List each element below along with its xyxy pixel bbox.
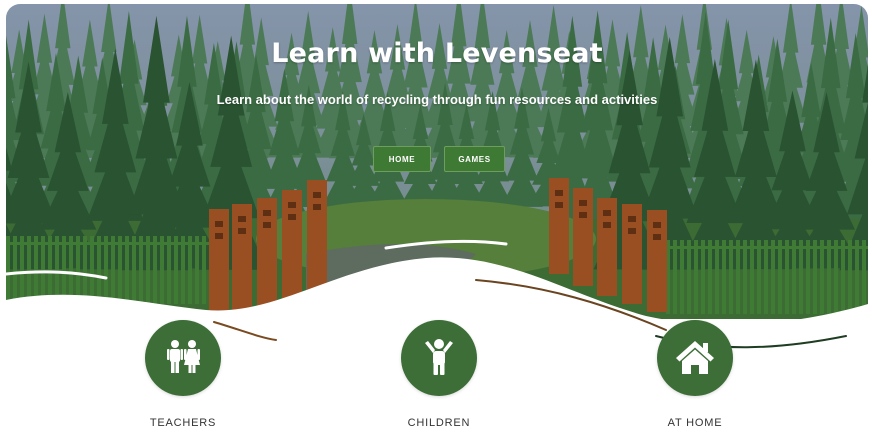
teachers-card[interactable]: TEACHERS: [145, 320, 221, 430]
page-frame: Learn with Levenseat Learn about the wor…: [6, 4, 868, 430]
page-subtitle: Learn about the world of recycling throu…: [216, 92, 658, 107]
at-home-icon-button[interactable]: [657, 320, 733, 396]
child-icon: [425, 339, 453, 375]
teachers-icon-button[interactable]: [145, 320, 221, 396]
at-home-label[interactable]: AT HOME: [617, 417, 773, 429]
at-home-card[interactable]: AT HOME: [657, 320, 733, 430]
nav-bar: HOME GAMES: [6, 146, 868, 172]
children-icon-button[interactable]: [401, 320, 477, 396]
games-button[interactable]: GAMES: [444, 146, 505, 172]
teachers-icon: [167, 340, 200, 373]
page-title: Learn with Levenseat: [271, 38, 603, 69]
house-icon: [676, 341, 714, 374]
children-card[interactable]: CHILDREN: [401, 320, 477, 430]
home-button[interactable]: HOME: [373, 146, 431, 172]
children-label[interactable]: CHILDREN: [361, 417, 517, 429]
teachers-label[interactable]: TEACHERS: [105, 417, 261, 429]
